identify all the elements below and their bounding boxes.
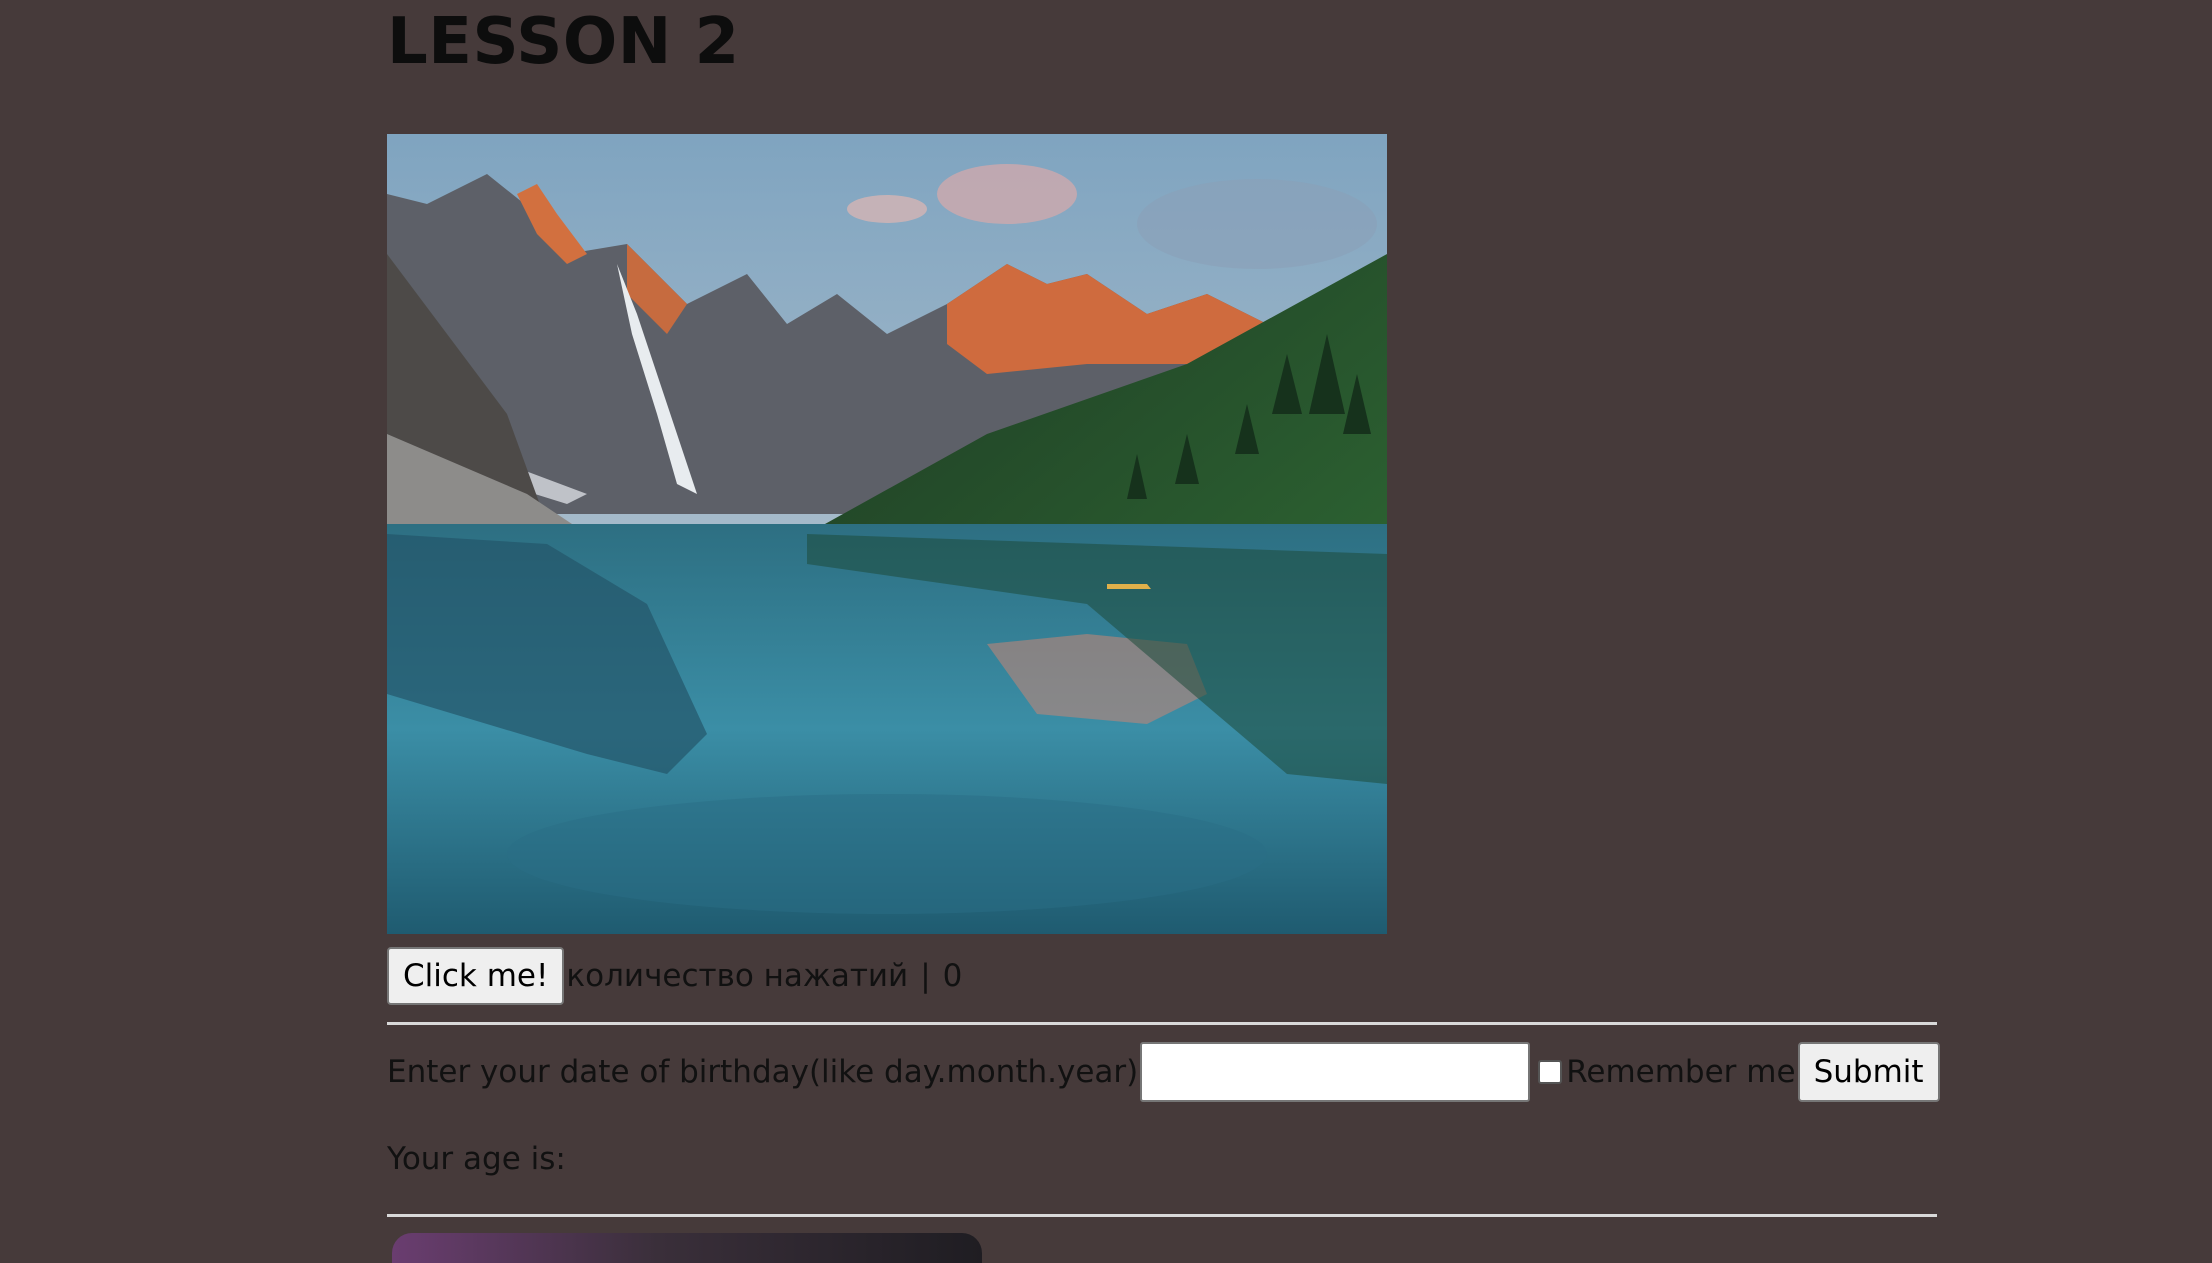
birthday-form: Enter your date of birthday(like day.mon…	[387, 1042, 1940, 1102]
age-result: Your age is:	[387, 1141, 566, 1177]
divider-top	[387, 1022, 1937, 1025]
bottom-image-partial	[392, 1233, 982, 1263]
remember-me-checkbox[interactable]	[1538, 1060, 1563, 1084]
birthday-prompt: Enter your date of birthday(like day.mon…	[387, 1054, 1139, 1090]
page-title: LESSON 2	[387, 5, 740, 79]
birthday-input[interactable]	[1140, 1042, 1531, 1102]
submit-button[interactable]: Submit	[1797, 1042, 1940, 1102]
remember-me-label: Remember me	[1566, 1054, 1796, 1090]
click-counter-row: Click me! количество нажатий | 0	[387, 947, 962, 1005]
click-count-value: 0	[942, 958, 963, 994]
divider-bottom	[387, 1214, 1937, 1217]
click-me-button[interactable]: Click me!	[387, 947, 565, 1005]
counter-separator: |	[920, 958, 931, 994]
landscape-image	[387, 134, 1387, 934]
click-count-label: количество нажатий	[566, 958, 909, 994]
